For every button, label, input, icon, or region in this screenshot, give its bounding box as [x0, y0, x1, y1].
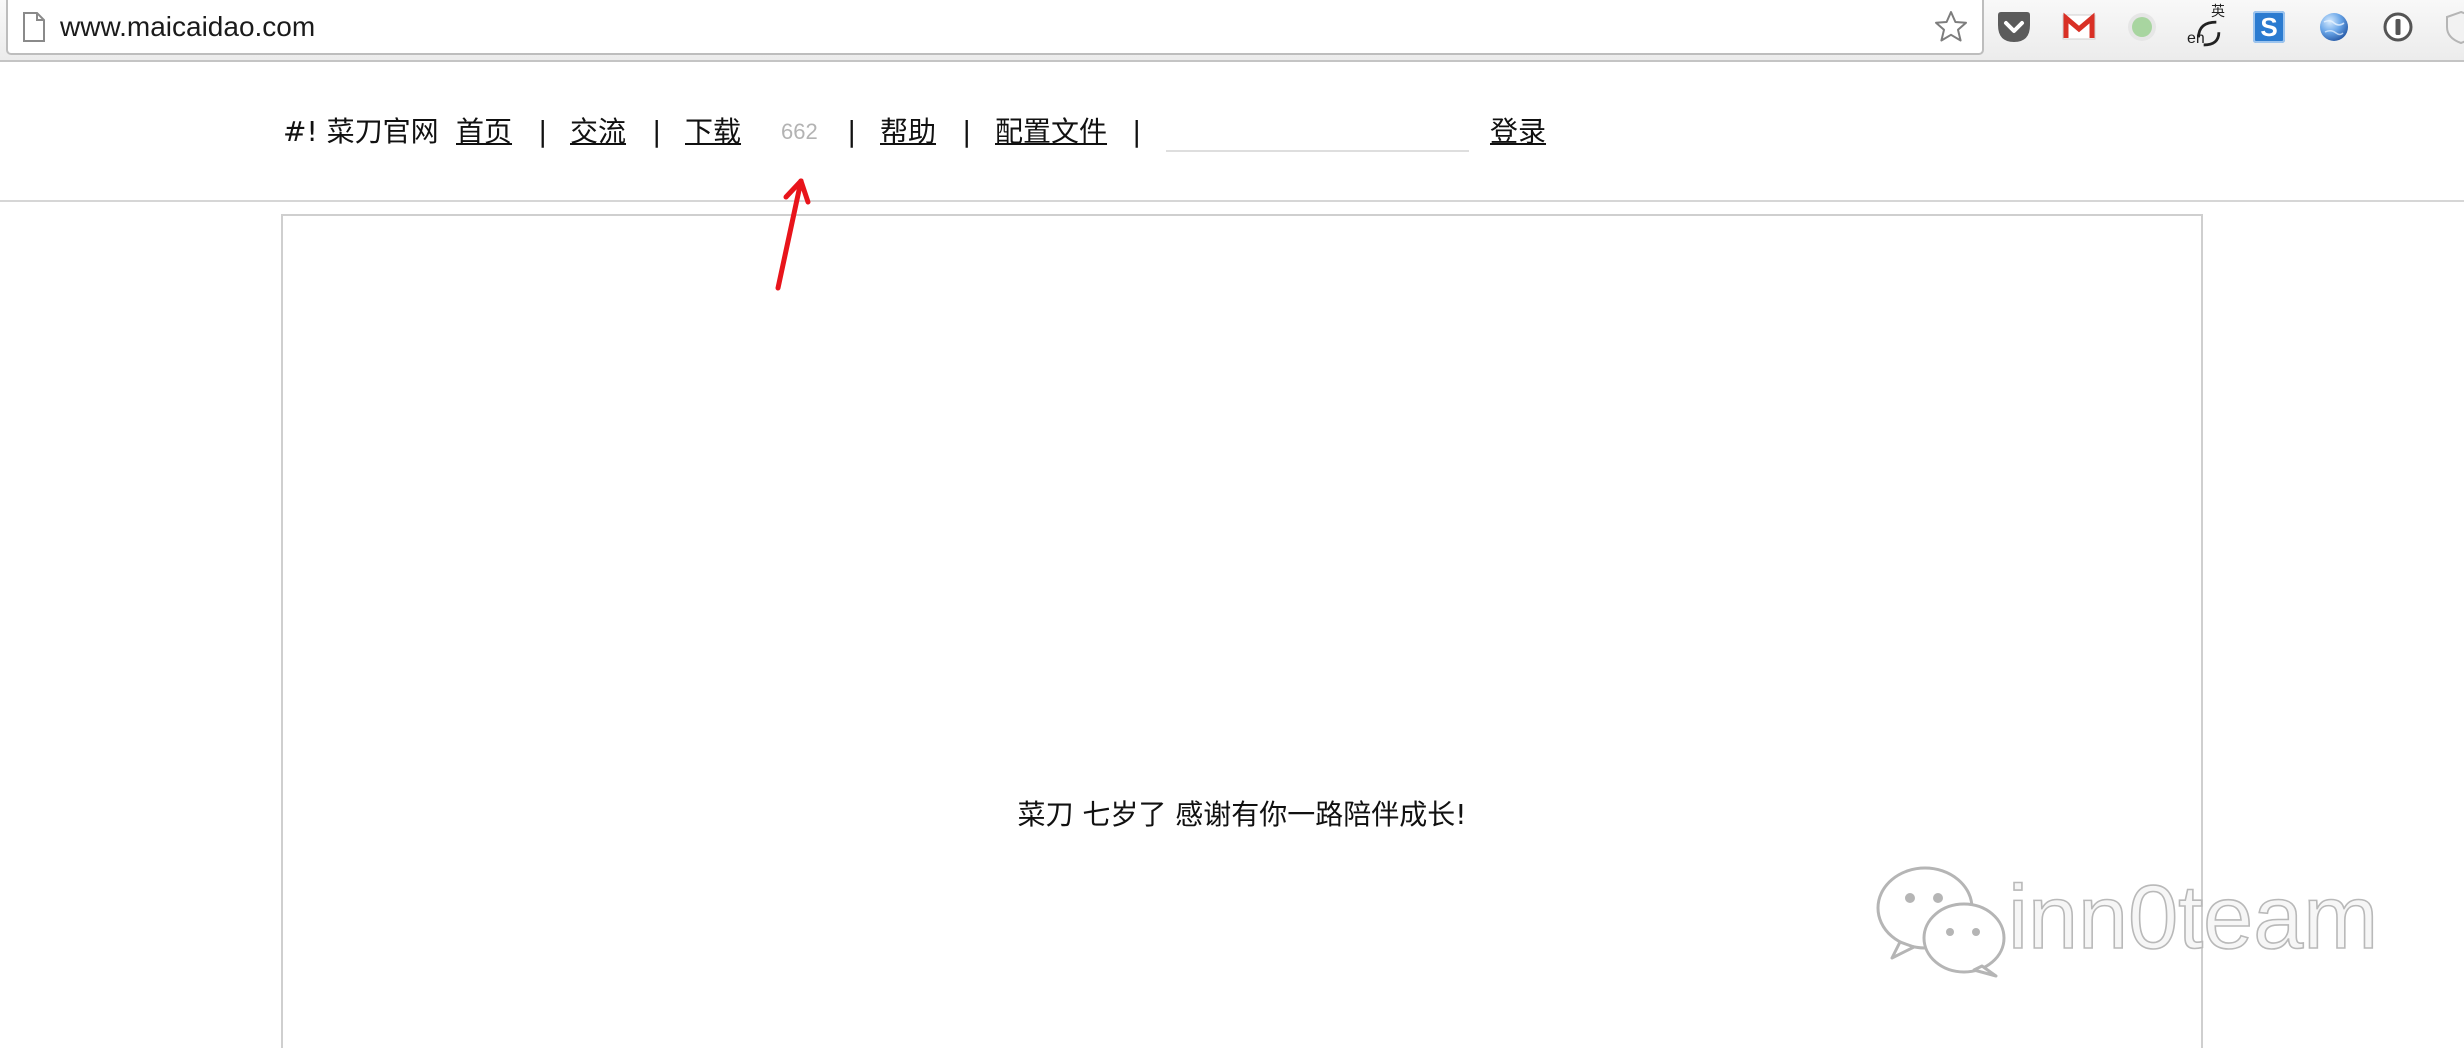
nav-link-home[interactable]: 首页 [456, 112, 512, 152]
pocket-icon[interactable] [1995, 8, 2033, 46]
nav-link-config[interactable]: 配置文件 [995, 112, 1107, 152]
download-count: 662 [781, 119, 818, 144]
address-bar-url[interactable]: www.maicaidao.com [60, 11, 315, 43]
header-divider [0, 200, 2464, 202]
s-extension-letter: S [2260, 12, 2278, 42]
nav-link-login[interactable]: 登录 [1490, 112, 1546, 152]
s-extension-badge: S [2253, 11, 2285, 43]
nav-link-download[interactable]: 下载 [685, 112, 741, 152]
browser-toolbar: www.maicaidao.com 英 en S [0, 0, 2464, 62]
translate-icon-label-bottom: en [2187, 30, 2205, 47]
translate-icon-label-top: 英 [2211, 4, 2225, 20]
nav-link-help[interactable]: 帮助 [880, 112, 936, 152]
s-extension-icon[interactable]: S [2250, 8, 2288, 46]
shield-icon[interactable] [2442, 8, 2464, 46]
nav-link-community[interactable]: 交流 [570, 112, 626, 152]
nav-separator: | [538, 115, 548, 148]
annotation-arrow [775, 178, 811, 291]
status-circle-icon[interactable] [2123, 8, 2161, 46]
translate-icon[interactable]: 英 en [2187, 4, 2225, 47]
nav-separator: | [962, 115, 972, 148]
document-icon [23, 12, 45, 42]
nav-separator: | [847, 115, 857, 148]
nav-separator: | [652, 115, 662, 148]
wechat-icon [1876, 866, 2006, 978]
search-input[interactable] [1166, 116, 1469, 152]
watermark-text: inn0team [2007, 868, 2379, 968]
anniversary-message: 菜刀 七岁了 感谢有你一路陪伴成长! [1017, 798, 1467, 831]
browser-window: www.maicaidao.com 英 en S #! 菜刀官网 首页 | 交流… [0, 0, 2464, 1048]
globe-icon[interactable] [2315, 8, 2353, 46]
star-icon[interactable] [1932, 8, 1970, 46]
1password-icon[interactable] [2379, 8, 2417, 46]
gmail-icon[interactable] [2060, 8, 2098, 46]
nav-separator: | [1132, 115, 1142, 148]
site-brand: #! 菜刀官网 [283, 115, 439, 148]
